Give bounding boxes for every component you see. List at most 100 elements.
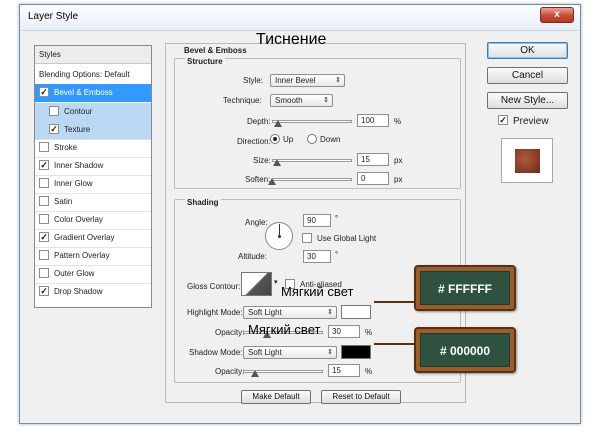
- altitude-unit: °: [335, 250, 339, 259]
- sidebar-item-label: Outer Glow: [54, 269, 95, 278]
- checkbox-icon[interactable]: [49, 105, 59, 116]
- sidebar-item-inner-shadow[interactable]: ✓ Inner Shadow: [35, 157, 151, 175]
- sidebar-item-label: Stroke: [54, 143, 78, 152]
- sidebar-item-gradient-overlay[interactable]: ✓ Gradient Overlay: [35, 229, 151, 247]
- checkbox-icon[interactable]: [39, 267, 49, 278]
- checkbox-icon[interactable]: [39, 213, 49, 224]
- shadow-callout-pointer: [374, 343, 416, 345]
- depth-slider[interactable]: [272, 117, 352, 127]
- sidebar-item-drop-shadow[interactable]: ✓ Drop Shadow: [35, 283, 151, 301]
- checkbox-icon[interactable]: [302, 233, 312, 243]
- soften-input[interactable]: 0: [357, 172, 389, 185]
- shadow-hex-callout: # 000000: [414, 327, 516, 373]
- size-input[interactable]: 15: [357, 153, 389, 166]
- slider-thumb[interactable]: [272, 159, 281, 166]
- sidebar-item-stroke[interactable]: Stroke: [35, 139, 151, 157]
- angle-dial[interactable]: [265, 222, 293, 250]
- structure-title: Structure: [185, 57, 225, 66]
- sidebar-item-label: Color Overlay: [54, 215, 103, 224]
- checkbox-icon[interactable]: ✓: [49, 123, 59, 134]
- checkbox-icon[interactable]: ✓: [39, 159, 49, 170]
- angle-unit: °: [335, 214, 339, 223]
- checkbox-icon[interactable]: [39, 195, 49, 206]
- style-select[interactable]: Inner Bevel ⇕: [270, 74, 345, 87]
- shadow-hex-board: # 000000: [420, 333, 510, 367]
- sidebar-item-bevel-emboss[interactable]: ✓ Bevel & Emboss: [35, 84, 151, 102]
- updown-icon: ⇕: [327, 349, 333, 356]
- checkbox-icon[interactable]: [39, 249, 49, 260]
- checkbox-icon[interactable]: [39, 177, 49, 188]
- sidebar-item-label: Texture: [64, 125, 91, 134]
- shadow-color-swatch[interactable]: [341, 345, 371, 359]
- checkbox-icon[interactable]: ✓: [39, 86, 49, 97]
- global-light-checkbox[interactable]: Use Global Light: [302, 233, 376, 244]
- cancel-button[interactable]: Cancel: [487, 67, 568, 84]
- style-select-value: Inner Bevel: [275, 76, 316, 85]
- shadow-opacity-input[interactable]: 15: [328, 364, 360, 377]
- sidebar-item-label: Gradient Overlay: [54, 233, 115, 242]
- size-label: Size:: [253, 156, 271, 165]
- radio-icon[interactable]: [307, 134, 317, 144]
- highlight-hex-callout: # FFFFFF: [414, 265, 516, 311]
- angle-label: Angle:: [245, 218, 268, 227]
- highlight-mode-label: Highlight Mode:: [187, 308, 243, 317]
- direction-label: Direction:: [237, 137, 271, 146]
- new-style-button[interactable]: New Style...: [487, 92, 568, 109]
- checkbox-icon[interactable]: [39, 141, 49, 152]
- sidebar-item-outer-glow[interactable]: Outer Glow: [35, 265, 151, 283]
- soften-label: Soften:: [245, 175, 271, 184]
- checkbox-icon[interactable]: ✓: [39, 231, 49, 242]
- radio-icon[interactable]: [270, 134, 280, 144]
- shadow-mode-label: Shadow Mode:: [189, 348, 243, 357]
- sidebar-item-label: Inner Glow: [54, 179, 93, 188]
- updown-icon: ⇕: [335, 77, 341, 84]
- blending-options-item[interactable]: Blending Options: Default: [35, 66, 151, 84]
- soften-slider[interactable]: [268, 175, 352, 185]
- caption-embossing: Тиснение: [256, 31, 327, 48]
- preview-checkbox[interactable]: ✓ Preview: [498, 115, 549, 127]
- depth-unit: %: [394, 117, 402, 126]
- updown-icon: ⇕: [323, 97, 329, 104]
- technique-select[interactable]: Smooth ⇕: [270, 94, 333, 107]
- angle-input[interactable]: 90: [303, 214, 331, 227]
- direction-down-radio[interactable]: Down: [307, 134, 340, 145]
- sidebar-item-label: Inner Shadow: [54, 161, 104, 170]
- technique-label: Technique:: [223, 96, 262, 105]
- gloss-contour-swatch[interactable]: [241, 272, 272, 296]
- highlight-opacity-input[interactable]: 30: [328, 325, 360, 338]
- sidebar-item-texture[interactable]: ✓ Texture: [35, 121, 151, 139]
- structure-group: Structure Style: Inner Bevel ⇕ Technique:…: [174, 57, 461, 189]
- slider-thumb[interactable]: [274, 120, 283, 127]
- technique-select-value: Smooth: [275, 96, 303, 105]
- slider-thumb[interactable]: [251, 370, 259, 377]
- ok-button[interactable]: OK: [487, 42, 568, 59]
- sidebar-item-inner-glow[interactable]: Inner Glow: [35, 175, 151, 193]
- size-slider[interactable]: [272, 156, 352, 166]
- sidebar-item-satin[interactable]: Satin: [35, 193, 151, 211]
- checkbox-icon[interactable]: ✓: [39, 285, 49, 296]
- shading-title: Shading: [185, 198, 221, 207]
- sidebar-item-label: Contour: [64, 107, 93, 116]
- chevron-down-icon[interactable]: ▾: [274, 278, 278, 286]
- reset-to-default-button[interactable]: Reset to Default: [321, 390, 401, 404]
- shadow-mode-select[interactable]: Soft Light ⇕: [243, 346, 337, 359]
- styles-header[interactable]: Styles: [35, 46, 151, 64]
- window-title: Layer Style: [28, 11, 79, 22]
- sidebar-item-contour[interactable]: Contour: [35, 103, 151, 121]
- sidebar-item-label: Drop Shadow: [54, 287, 103, 296]
- updown-icon: ⇕: [327, 309, 333, 316]
- make-default-button[interactable]: Make Default: [241, 390, 311, 404]
- sidebar-item-pattern-overlay[interactable]: Pattern Overlay: [35, 247, 151, 265]
- direction-up-radio[interactable]: Up: [270, 134, 293, 145]
- depth-input[interactable]: 100: [357, 114, 389, 127]
- highlight-color-swatch[interactable]: [341, 305, 371, 319]
- highlight-mode-select[interactable]: Soft Light ⇕: [243, 306, 337, 319]
- shadow-opacity-slider[interactable]: [243, 367, 323, 377]
- altitude-label: Altitude:: [238, 252, 267, 261]
- altitude-input[interactable]: 30: [303, 250, 331, 263]
- sidebar-item-color-overlay[interactable]: Color Overlay: [35, 211, 151, 229]
- close-button[interactable]: x: [540, 7, 574, 23]
- sidebar-item-label: Satin: [54, 197, 73, 206]
- slider-thumb[interactable]: [268, 178, 276, 185]
- checkbox-icon[interactable]: ✓: [498, 115, 508, 126]
